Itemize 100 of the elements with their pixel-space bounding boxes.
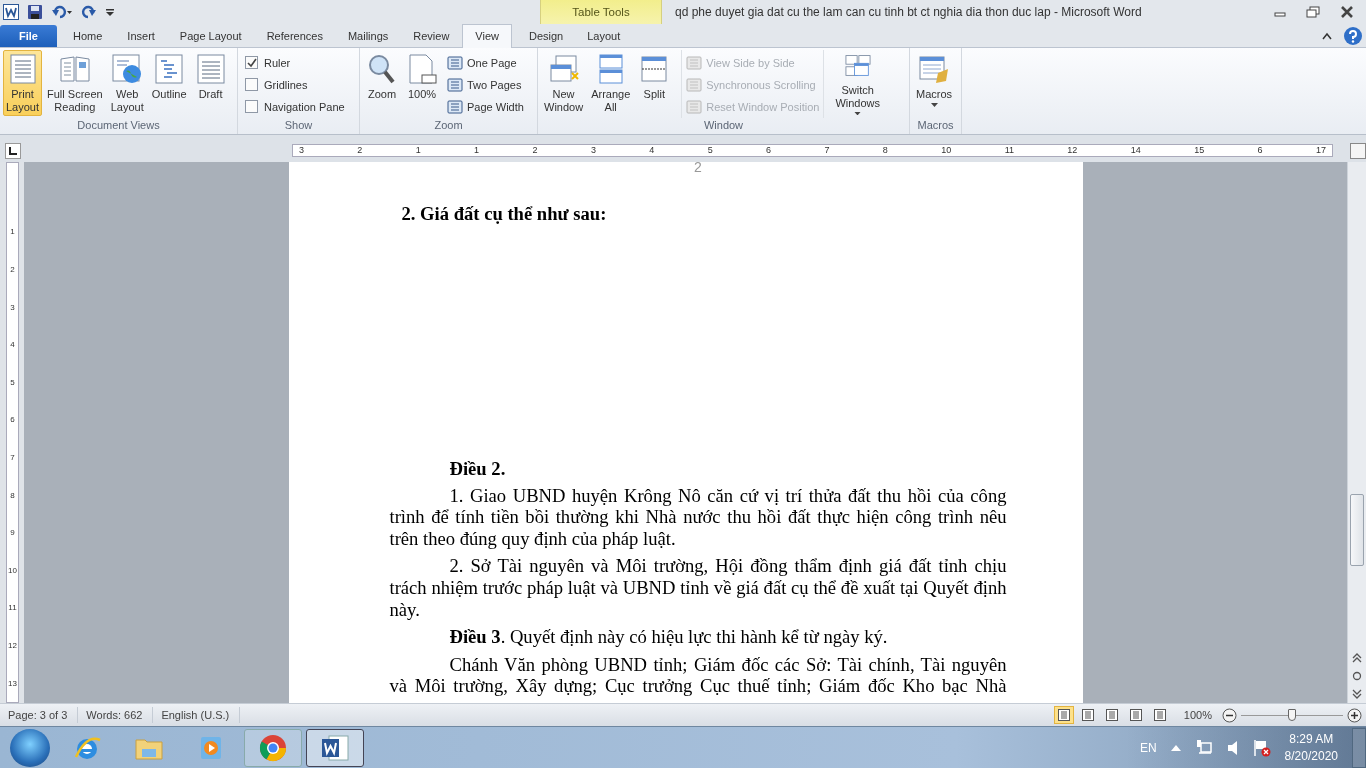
ruler-number: 13	[8, 678, 17, 688]
ribbon-button[interactable]: Zoom	[363, 50, 401, 116]
ribbon-tab[interactable]: References	[254, 25, 335, 47]
page-icon	[686, 55, 703, 70]
collapse-ribbon-icon[interactable]	[1321, 30, 1333, 41]
checkbox-square[interactable]	[245, 78, 258, 91]
ribbon-tab[interactable]: Layout	[575, 25, 633, 47]
page-icon	[447, 99, 463, 114]
ribbon-button[interactable]: Outline	[148, 50, 190, 116]
ribbon-group-label: Show	[283, 118, 314, 133]
ribbon-tab[interactable]: Insert	[115, 25, 167, 47]
ribbon-button[interactable]: Web Layout	[107, 50, 147, 116]
ruler-number: 10	[941, 145, 952, 156]
lines-page-icon	[194, 53, 227, 85]
ribbon-tab[interactable]: Page Layout	[167, 25, 254, 47]
vertical-ruler[interactable]: 1 2 3 4 5 6 7 8 9 10 11 12 13	[6, 162, 19, 703]
slider-thumb[interactable]	[1288, 709, 1296, 721]
outline-icon	[153, 53, 186, 85]
macro-icon	[918, 53, 951, 85]
ribbon-button[interactable]: Macros	[913, 50, 956, 116]
ruler-number: 17	[1315, 145, 1326, 156]
page-icon	[686, 77, 703, 92]
ruler-number: 8	[882, 145, 888, 156]
clock-date[interactable]: 8/20/2020	[1284, 747, 1338, 765]
ruler-number: 3	[298, 145, 304, 156]
ruler-number: 5	[10, 377, 15, 387]
view-mode-button[interactable]	[1053, 706, 1074, 724]
ruler-number: 8	[10, 490, 15, 500]
word-logo-icon[interactable]	[3, 4, 19, 20]
ruler-number: 12	[1067, 145, 1078, 156]
page-icon	[1128, 709, 1143, 721]
paragraph: 2. Sở Tài nguyên và Môi trường, Hội đồng thẩm định giá đất tỉnh chịu trách nhiệm trước pháp luật và UBND tỉnh về giá đất cụ thể đề xuất tại Quyết định này.	[389, 555, 1007, 621]
previous-page-icon[interactable]	[1352, 653, 1362, 663]
article-heading: Điều 2.	[448, 458, 507, 480]
taskbar-button[interactable]	[306, 728, 364, 767]
ribbon-small-button[interactable]: Two Pages	[447, 75, 524, 94]
view-ruler-button[interactable]	[1350, 142, 1366, 159]
ribbon-button[interactable]: Switch Windows	[832, 50, 883, 116]
open-book-icon	[58, 53, 91, 85]
close-icon[interactable]	[1340, 6, 1354, 18]
horizontal-ruler[interactable]: 3 2 1 1 2 3 4 5 6 7 8 10 11 12 14 15 6 17	[291, 144, 1334, 157]
status-bar-item[interactable]: English (U.S.)	[153, 707, 241, 723]
new-window-icon	[547, 53, 580, 85]
ruler-number: 9	[10, 528, 15, 538]
status-bar-item[interactable]: Words: 662	[78, 707, 154, 723]
ribbon-button[interactable]: Draft	[191, 50, 230, 116]
ribbon-button[interactable]: 100%	[403, 50, 441, 116]
next-page-icon[interactable]	[1352, 689, 1362, 699]
show-hidden-icons-icon[interactable]	[1170, 744, 1181, 751]
ribbon-button[interactable]: Split	[635, 50, 674, 116]
ribbon-tab[interactable]: View	[462, 24, 512, 48]
redo-icon[interactable]	[81, 4, 97, 20]
zoom-in-icon[interactable]	[1347, 707, 1362, 723]
checkbox-square[interactable]	[245, 100, 258, 113]
undo-icon[interactable]	[51, 4, 73, 20]
ribbon-tab[interactable]: Mailings	[335, 25, 401, 47]
tab-selector-button[interactable]	[5, 142, 21, 159]
ribbon-small-button[interactable]: Page Width	[447, 97, 524, 116]
ribbon-button[interactable]: New Window	[541, 50, 587, 116]
zoom-level-button[interactable]: 100%	[1183, 709, 1212, 721]
checkbox[interactable]: Gridlines	[245, 75, 345, 94]
ribbon-button[interactable]: Arrange All	[588, 50, 634, 116]
ruler-number: 11	[1004, 145, 1014, 156]
ruler-number: 7	[10, 452, 15, 462]
zoom-out-icon[interactable]	[1222, 707, 1237, 723]
ribbon-tab[interactable]: Review	[401, 25, 462, 47]
save-icon[interactable]	[27, 4, 43, 20]
checkbox[interactable]: Ruler	[245, 53, 345, 72]
scrollbar-thumb[interactable]	[1350, 494, 1364, 566]
ruler-number: 6	[1257, 145, 1263, 156]
speaker-icon[interactable]	[1226, 739, 1239, 756]
network-icon[interactable]	[1194, 739, 1213, 756]
page-icon	[686, 99, 703, 114]
page-icon	[406, 53, 438, 85]
status-bar-item[interactable]: Page: 3 of 3	[0, 707, 79, 723]
restore-icon[interactable]	[1306, 6, 1320, 18]
ribbon-small-button[interactable]: One Page	[447, 53, 524, 72]
checkbox-square[interactable]	[245, 56, 258, 69]
clock-time[interactable]: 8:29 AM	[1289, 730, 1334, 748]
page-number: 2	[693, 162, 703, 172]
browse-object-icon[interactable]	[1352, 671, 1362, 681]
paragraph: 1. Giao UBND huyện Krông Nô căn cứ vị trí thửa đất thu hồi của công trình để tính tiền bồi thường khi Nhà nước thu hồi đất thực hiện công trình nêu trên theo đúng quy định của pháp luật.	[389, 484, 1007, 550]
action-center-icon[interactable]	[1252, 738, 1271, 757]
ribbon-group-label: Zoom	[433, 118, 464, 133]
ribbon-button[interactable]: Print Layout	[3, 50, 43, 116]
ribbon-tab[interactable]: Home	[61, 25, 115, 47]
ribbon-button[interactable]: Full Screen Reading	[44, 50, 106, 116]
ruler-number: 1	[10, 227, 15, 237]
ruler-number: 6	[10, 415, 15, 425]
page-icon	[447, 55, 463, 70]
ruler-number: 5	[707, 145, 713, 156]
vertical-scrollbar[interactable]	[1347, 162, 1366, 703]
ruler-number: 1	[415, 145, 421, 156]
page-icon	[1152, 709, 1167, 721]
start-button[interactable]	[10, 728, 50, 767]
ruler-number: 7	[824, 145, 830, 156]
checkbox[interactable]: Navigation Pane	[245, 97, 345, 116]
ribbon-tab[interactable]: File	[0, 25, 57, 47]
ruler-number: 12	[8, 641, 17, 650]
help-icon[interactable]	[1343, 25, 1363, 46]
